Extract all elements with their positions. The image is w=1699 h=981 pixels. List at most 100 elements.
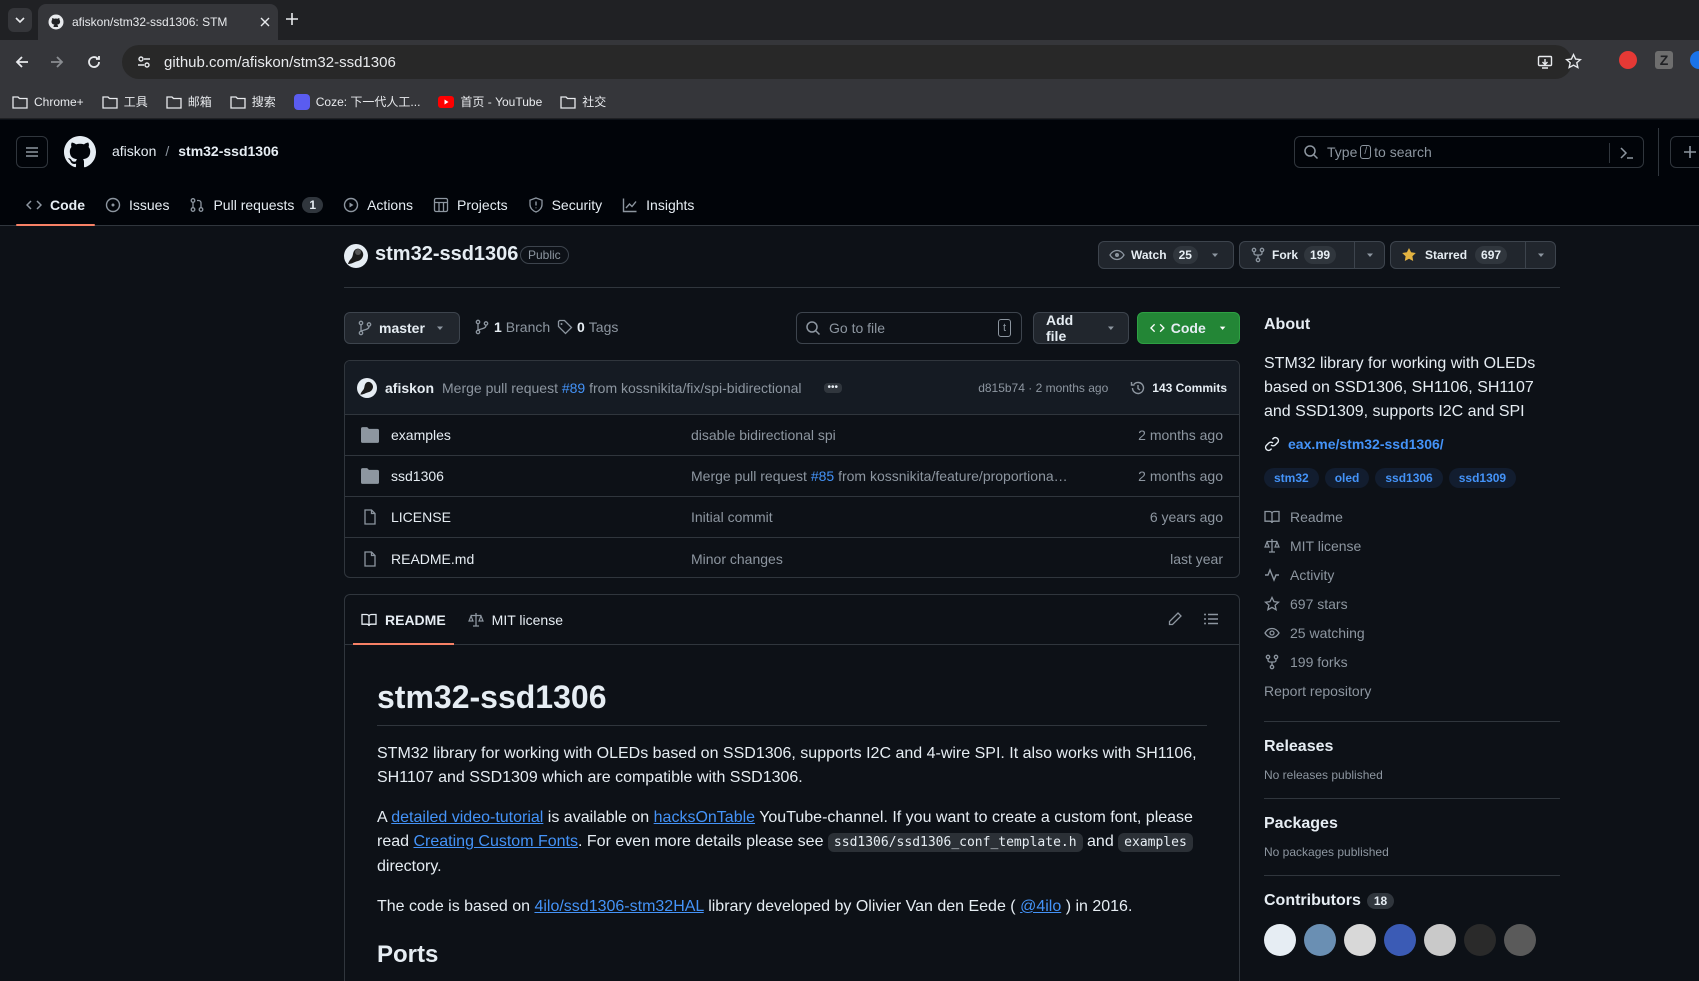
bookmark-folder-social[interactable]: 社交	[560, 93, 606, 110]
file-commit-message[interactable]: disable bidirectional spi	[691, 427, 836, 443]
github-logo-icon[interactable]	[64, 136, 96, 168]
global-menu-button[interactable]	[16, 136, 48, 168]
author-link[interactable]: @4ilo	[1020, 898, 1061, 915]
file-commit-message-pre[interactable]: Merge pull request	[691, 468, 807, 484]
breadcrumb-owner[interactable]: afiskon	[112, 143, 156, 159]
back-arrow-icon[interactable]	[14, 54, 30, 70]
file-row[interactable]: README.md Minor changes last year	[345, 538, 1239, 577]
browser-tab-active[interactable]: afiskon/stm32-ssd1306: STM	[38, 4, 278, 40]
packages-heading[interactable]: Packages	[1264, 815, 1560, 833]
star-button[interactable]: Starred 697	[1390, 241, 1556, 269]
tab-readme[interactable]: README	[353, 596, 454, 645]
commit-message[interactable]: Merge pull request #89 from kossnikita/f…	[442, 380, 802, 396]
global-search-input[interactable]: Type / to search	[1294, 136, 1644, 168]
topic-tag[interactable]: ssd1309	[1448, 468, 1517, 488]
create-new-button[interactable]	[1670, 136, 1699, 168]
file-row[interactable]: ssd1306 Merge pull request #85 from koss…	[345, 456, 1239, 497]
readme-link[interactable]: Readme	[1264, 502, 1560, 531]
tags-link[interactable]: 0 Tags	[557, 319, 618, 335]
watch-button[interactable]: Watch 25	[1098, 241, 1234, 269]
star-dropdown[interactable]	[1525, 242, 1555, 268]
go-to-file-input[interactable]: Go to file t	[796, 312, 1022, 344]
releases-heading[interactable]: Releases	[1264, 738, 1560, 756]
tab-issues[interactable]: Issues	[95, 184, 179, 226]
file-name[interactable]: examples	[391, 427, 451, 443]
avatar[interactable]	[1464, 924, 1496, 956]
file-commit-message[interactable]: Initial commit	[691, 509, 773, 525]
branches-link[interactable]: 1 Branch	[474, 319, 550, 335]
topic-tag[interactable]: ssd1306	[1375, 468, 1443, 488]
upstream-repo-link[interactable]: 4ilo/ssd1306-stm32HAL	[534, 898, 703, 915]
contributors-header[interactable]: Contributors 18	[1264, 892, 1560, 910]
pencil-icon[interactable]	[1167, 611, 1183, 627]
avatar[interactable]	[1264, 924, 1296, 956]
custom-fonts-link[interactable]: Creating Custom Fonts	[413, 833, 578, 850]
ellipsis-button[interactable]: •••	[823, 382, 843, 393]
command-palette-icon[interactable]	[1619, 145, 1635, 161]
file-commit-message-post[interactable]: from kossnikita/feature/proportiona…	[838, 468, 1068, 484]
bookmark-folder-tools[interactable]: 工具	[102, 93, 148, 110]
commits-history-link[interactable]: 143 Commits	[1130, 380, 1227, 396]
bookmark-coze[interactable]: Coze: 下一代人工...	[293, 93, 420, 110]
install-app-icon[interactable]	[1537, 54, 1553, 70]
tab-insights[interactable]: Insights	[612, 184, 704, 226]
stars-link[interactable]: 697 stars	[1264, 589, 1560, 618]
activity-link[interactable]: Activity	[1264, 560, 1560, 589]
repo-name[interactable]: stm32-ssd1306	[375, 243, 518, 266]
file-name[interactable]: README.md	[391, 551, 474, 567]
tab-actions[interactable]: Actions	[333, 184, 423, 226]
hacksontable-link[interactable]: hacksOnTable	[654, 809, 755, 826]
bookmark-folder-mail[interactable]: 邮箱	[166, 93, 212, 110]
bookmark-folder-search[interactable]: 搜索	[230, 93, 276, 110]
tab-mit-license[interactable]: MIT license	[460, 596, 571, 644]
watchers-link[interactable]: 25 watching	[1264, 618, 1560, 647]
avatar[interactable]	[1384, 924, 1416, 956]
avatar[interactable]	[1344, 924, 1376, 956]
commit-author-avatar[interactable]	[357, 377, 377, 398]
reload-icon[interactable]	[86, 54, 102, 70]
report-repository-link[interactable]: Report repository	[1264, 676, 1560, 705]
tab-pull-requests[interactable]: Pull requests 1	[179, 184, 333, 226]
close-icon[interactable]	[260, 17, 270, 27]
video-tutorial-link[interactable]: detailed video-tutorial	[391, 809, 543, 826]
tab-search-button[interactable]	[8, 8, 32, 32]
new-tab-icon[interactable]	[285, 12, 299, 26]
extension-red-icon[interactable]	[1619, 51, 1637, 69]
bookmark-youtube[interactable]: 首页 - YouTube	[438, 93, 542, 110]
file-row[interactable]: LICENSE Initial commit 6 years ago	[345, 497, 1239, 538]
commit-author[interactable]: afiskon	[385, 380, 434, 396]
forks-link[interactable]: 199 forks	[1264, 647, 1560, 676]
tab-code[interactable]: Code	[16, 184, 95, 226]
caret-down-icon[interactable]	[1210, 250, 1220, 260]
file-name[interactable]: LICENSE	[391, 509, 451, 525]
list-outline-icon[interactable]	[1203, 611, 1219, 627]
fork-button[interactable]: Fork 199	[1239, 241, 1385, 269]
bookmark-star-icon[interactable]	[1565, 53, 1582, 70]
extension-blue-icon[interactable]	[1690, 51, 1699, 69]
avatar[interactable]	[1504, 924, 1536, 956]
topic-tag[interactable]: oled	[1324, 468, 1370, 488]
file-commit-message[interactable]: Minor changes	[691, 551, 783, 567]
site-info-icon[interactable]	[136, 54, 152, 70]
commit-sha-time[interactable]: d815b74 · 2 months ago	[978, 381, 1108, 395]
extension-z-icon[interactable]: Z	[1655, 51, 1673, 69]
license-link[interactable]: MIT license	[1264, 531, 1560, 560]
code-button[interactable]: Code	[1137, 312, 1240, 344]
tab-projects[interactable]: Projects	[423, 184, 518, 226]
avatar[interactable]	[1424, 924, 1456, 956]
fork-dropdown[interactable]	[1354, 242, 1384, 268]
branch-selector[interactable]: master	[344, 312, 460, 344]
breadcrumb-repo[interactable]: stm32-ssd1306	[178, 143, 278, 159]
owner-avatar[interactable]	[344, 244, 368, 268]
commit-pr-link[interactable]: #89	[562, 380, 585, 396]
bookmark-folder-chrome[interactable]: Chrome+	[12, 95, 84, 109]
topic-tag[interactable]: stm32	[1264, 468, 1319, 488]
tab-security[interactable]: Security	[518, 184, 613, 226]
avatar[interactable]	[1304, 924, 1336, 956]
forward-arrow-icon[interactable]	[49, 54, 65, 70]
add-file-button[interactable]: Add file	[1033, 312, 1129, 344]
address-bar[interactable]: github.com/afiskon/stm32-ssd1306	[122, 45, 1582, 79]
homepage-link[interactable]: eax.me/stm32-ssd1306/	[1264, 436, 1560, 452]
file-commit-pr-link[interactable]: #85	[811, 468, 834, 484]
file-row[interactable]: examples disable bidirectional spi 2 mon…	[345, 415, 1239, 456]
